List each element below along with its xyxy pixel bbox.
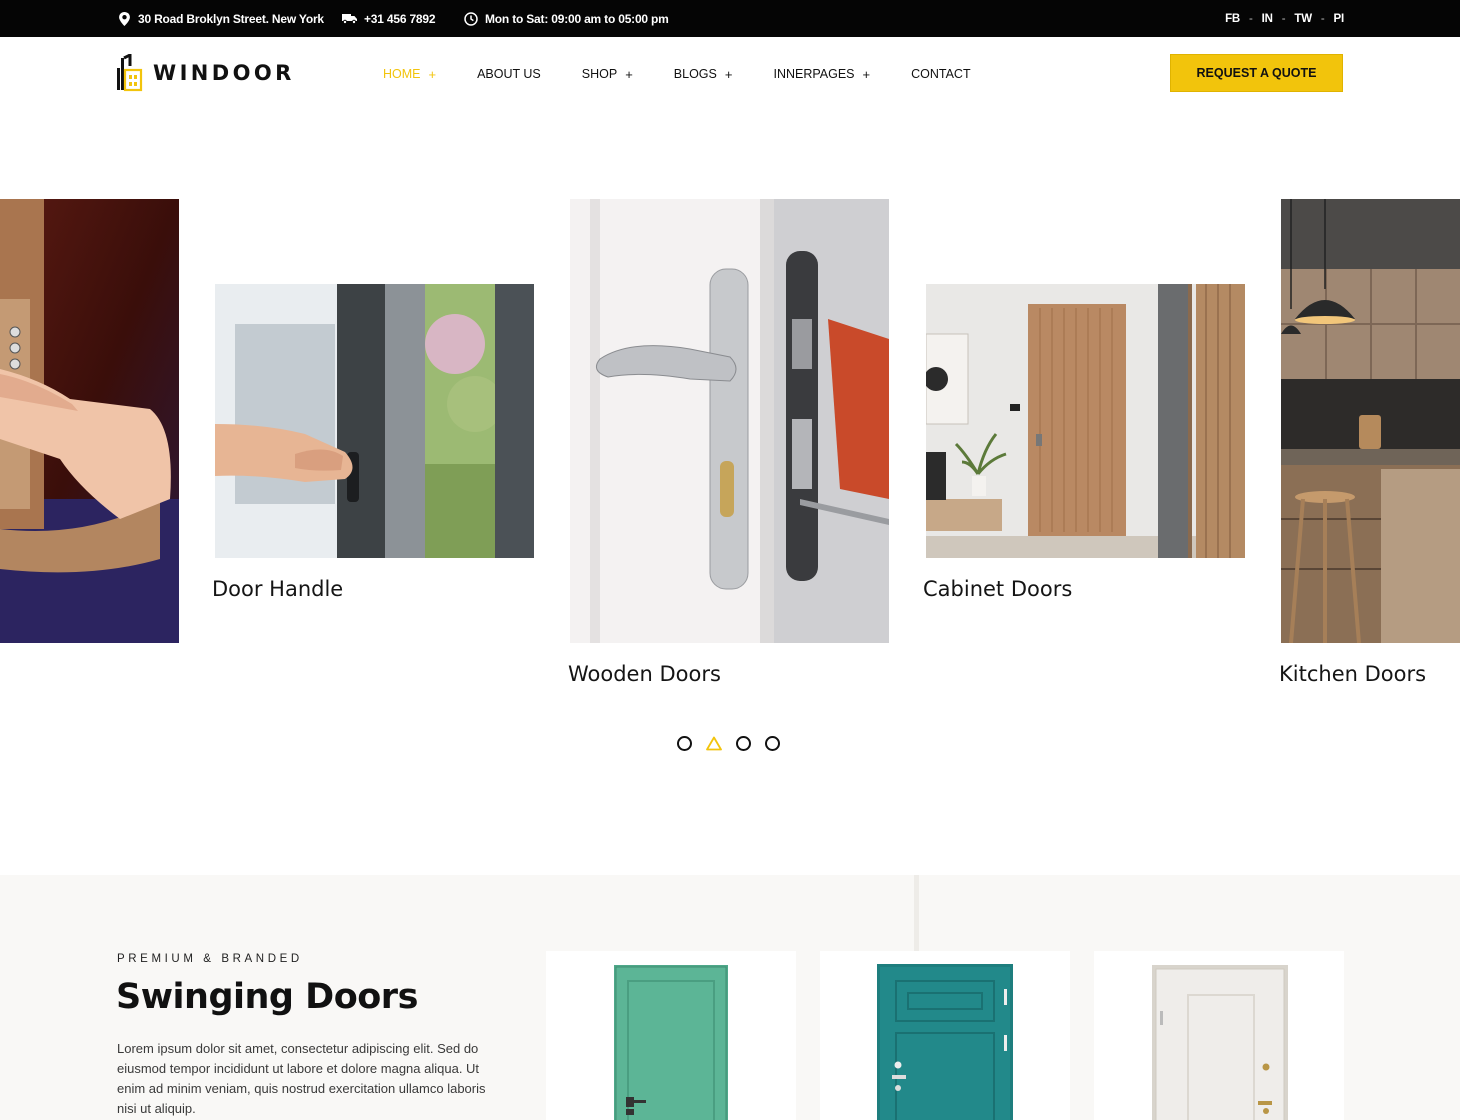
- plus-icon: +: [428, 66, 437, 82]
- building-logo-icon: [117, 54, 143, 92]
- carousel-dot[interactable]: [765, 736, 780, 751]
- nav-item-blogs[interactable]: BLOGS +: [674, 67, 733, 82]
- nav-item-home[interactable]: HOME +: [383, 67, 436, 82]
- social-link-tw[interactable]: TW: [1294, 13, 1312, 25]
- nav-item-label: HOME: [383, 67, 421, 81]
- top-bar: 30 Road Broklyn Street. New York +31 456…: [0, 0, 1460, 37]
- carousel-pagination: [677, 736, 780, 751]
- nav-item-label: ABOUT US: [477, 67, 541, 81]
- green-door-photo-icon: [614, 965, 728, 1120]
- truck-icon: [342, 14, 357, 24]
- request-quote-button[interactable]: REQUEST A QUOTE: [1170, 54, 1343, 92]
- nav-item-innerpages[interactable]: INNERPAGES +: [773, 67, 870, 82]
- carousel-card-wooden-doors-image[interactable]: [570, 199, 889, 643]
- interior-door-photo-icon: [926, 284, 1245, 558]
- carousel-card-door-handle-image[interactable]: [215, 284, 534, 558]
- hours-info: Mon to Sat: 09:00 am to 05:00 pm: [464, 0, 669, 37]
- nav-item-label: BLOGS: [673, 67, 717, 81]
- carousel-card-title[interactable]: Wooden Doors: [568, 662, 721, 686]
- nav-item-label: CONTACT: [911, 67, 971, 81]
- kitchen-photo-icon: [1281, 199, 1460, 643]
- swinging-doors-section: PREMIUM & BRANDED Swinging Doors Lorem i…: [0, 875, 1460, 1120]
- main-nav: HOME + ABOUT US SHOP + BLOGS + INNERPAGE…: [383, 37, 1012, 111]
- site-header: WINDOOR HOME + ABOUT US SHOP + BLOGS + I…: [0, 37, 1460, 111]
- nav-item-contact[interactable]: CONTACT: [911, 67, 971, 81]
- hours-text: Mon to Sat: 09:00 am to 05:00 pm: [485, 11, 669, 26]
- product-card-white-door[interactable]: [1094, 951, 1344, 1120]
- carousel-dot[interactable]: [736, 736, 751, 751]
- section-title: Swinging Doors: [116, 977, 418, 1017]
- carousel-card-title[interactable]: Door Handle: [212, 577, 343, 601]
- phone-info[interactable]: +31 456 7892: [342, 0, 436, 37]
- social-separator: -: [1281, 12, 1286, 25]
- address-info: 30 Road Broklyn Street. New York: [118, 0, 324, 37]
- social-separator: -: [1249, 12, 1253, 25]
- white-door-photo-icon: [1152, 965, 1288, 1120]
- phone-text[interactable]: +31 456 7892: [364, 12, 436, 26]
- plus-icon: +: [625, 66, 633, 82]
- section-body: Lorem ipsum dolor sit amet, consectetur …: [117, 1041, 486, 1116]
- carousel-dot-active-triangle-icon[interactable]: [706, 736, 722, 751]
- carousel-card-cabinet-doors-image[interactable]: [926, 284, 1245, 558]
- address-text: 30 Road Broklyn Street. New York: [138, 11, 324, 26]
- carousel-card-partial-left[interactable]: [0, 199, 179, 643]
- carousel-card-title[interactable]: Kitchen Doors: [1279, 662, 1426, 686]
- social-link-fb[interactable]: FB: [1225, 13, 1240, 25]
- keypad-photo-icon: [0, 199, 179, 643]
- social-link-pi[interactable]: PI: [1334, 13, 1345, 25]
- logo[interactable]: WINDOOR: [116, 54, 295, 92]
- social-links: FB - IN - TW - PI: [1225, 0, 1344, 37]
- plus-icon: +: [862, 66, 871, 82]
- social-separator: -: [1320, 12, 1325, 25]
- carousel-dot[interactable]: [677, 736, 692, 751]
- decorative-divider: [914, 875, 919, 955]
- door-lock-photo-icon: [570, 199, 889, 643]
- location-pin-icon: [119, 11, 130, 26]
- nav-item-label: SHOP: [581, 67, 618, 81]
- nav-item-shop[interactable]: SHOP +: [582, 67, 633, 82]
- plus-icon: +: [724, 66, 733, 82]
- window-handle-photo-icon: [215, 284, 534, 558]
- section-eyebrow: PREMIUM & BRANDED: [117, 953, 303, 965]
- social-link-in[interactable]: IN: [1262, 13, 1273, 25]
- product-card-teal-door[interactable]: [820, 951, 1070, 1120]
- logo-text: WINDOOR: [153, 61, 295, 85]
- carousel-card-kitchen-doors-image[interactable]: [1281, 199, 1460, 643]
- carousel-card-title[interactable]: Cabinet Doors: [923, 577, 1072, 601]
- nav-item-about-us[interactable]: ABOUT US: [477, 67, 541, 81]
- teal-door-photo-icon: [877, 964, 1013, 1120]
- product-card-green-door[interactable]: [546, 951, 796, 1120]
- clock-icon: [464, 11, 478, 26]
- nav-item-label: INNERPAGES: [773, 67, 855, 81]
